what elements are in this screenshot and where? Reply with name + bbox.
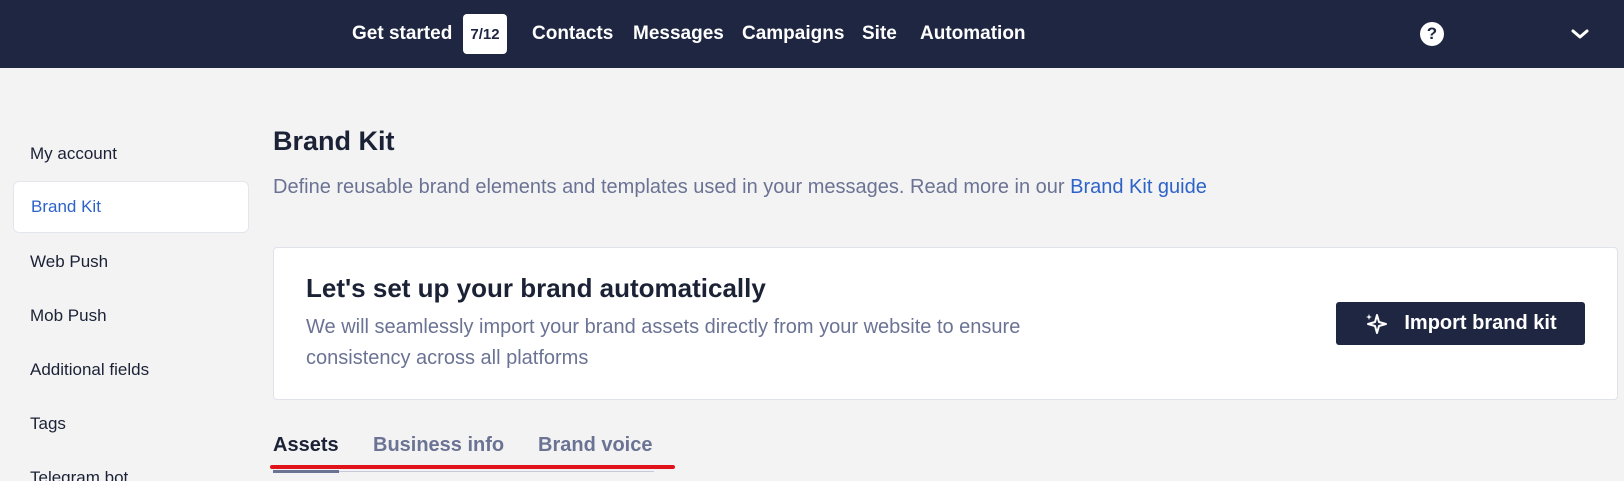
red-annotation-underline (270, 465, 675, 469)
active-tab-indicator (273, 470, 339, 473)
auto-setup-card: Let's set up your brand automatically We… (273, 247, 1618, 400)
card-description: We will seamlessly import your brand ass… (306, 316, 1021, 369)
sidebar-item-telegram-bot[interactable]: Telegram bot (13, 452, 249, 481)
help-icon[interactable]: ? (1420, 22, 1444, 46)
tab-brand-voice[interactable]: Brand voice (538, 434, 652, 457)
sidebar-item-my-account[interactable]: My account (13, 128, 249, 180)
nav-contacts[interactable]: Contacts (532, 23, 613, 45)
sidebar-item-web-push[interactable]: Web Push (13, 236, 249, 288)
chevron-down-icon[interactable] (1570, 24, 1590, 44)
nav-automation[interactable]: Automation (920, 23, 1026, 45)
import-button-label: Import brand kit (1404, 312, 1557, 334)
top-navigation-bar: Get started 7/12 Contacts Messages Campa… (0, 0, 1624, 68)
progress-badge[interactable]: 7/12 (463, 14, 507, 54)
import-brand-kit-button[interactable]: Import brand kit (1336, 302, 1585, 345)
tab-assets[interactable]: Assets (273, 434, 339, 457)
sidebar-item-additional-fields[interactable]: Additional fields (13, 344, 249, 396)
nav-messages[interactable]: Messages (633, 23, 724, 45)
nav-site[interactable]: Site (862, 23, 897, 45)
brand-kit-guide-link[interactable]: Brand Kit guide (1070, 176, 1207, 198)
tab-business-info[interactable]: Business info (373, 434, 504, 457)
nav-campaigns[interactable]: Campaigns (742, 23, 844, 45)
sparkle-icon (1366, 313, 1388, 334)
sidebar-item-tags[interactable]: Tags (13, 398, 249, 450)
tabs-divider (339, 471, 654, 472)
sidebar-item-brand-kit[interactable]: Brand Kit (13, 181, 249, 233)
page-subtitle: Define reusable brand elements and templ… (273, 176, 1207, 199)
page-title: Brand Kit (273, 126, 395, 156)
card-title: Let's set up your brand automatically (306, 273, 766, 303)
nav-get-started[interactable]: Get started (352, 23, 452, 45)
sidebar-item-mob-push[interactable]: Mob Push (13, 290, 249, 342)
subtitle-text: Define reusable brand elements and templ… (273, 176, 1071, 198)
